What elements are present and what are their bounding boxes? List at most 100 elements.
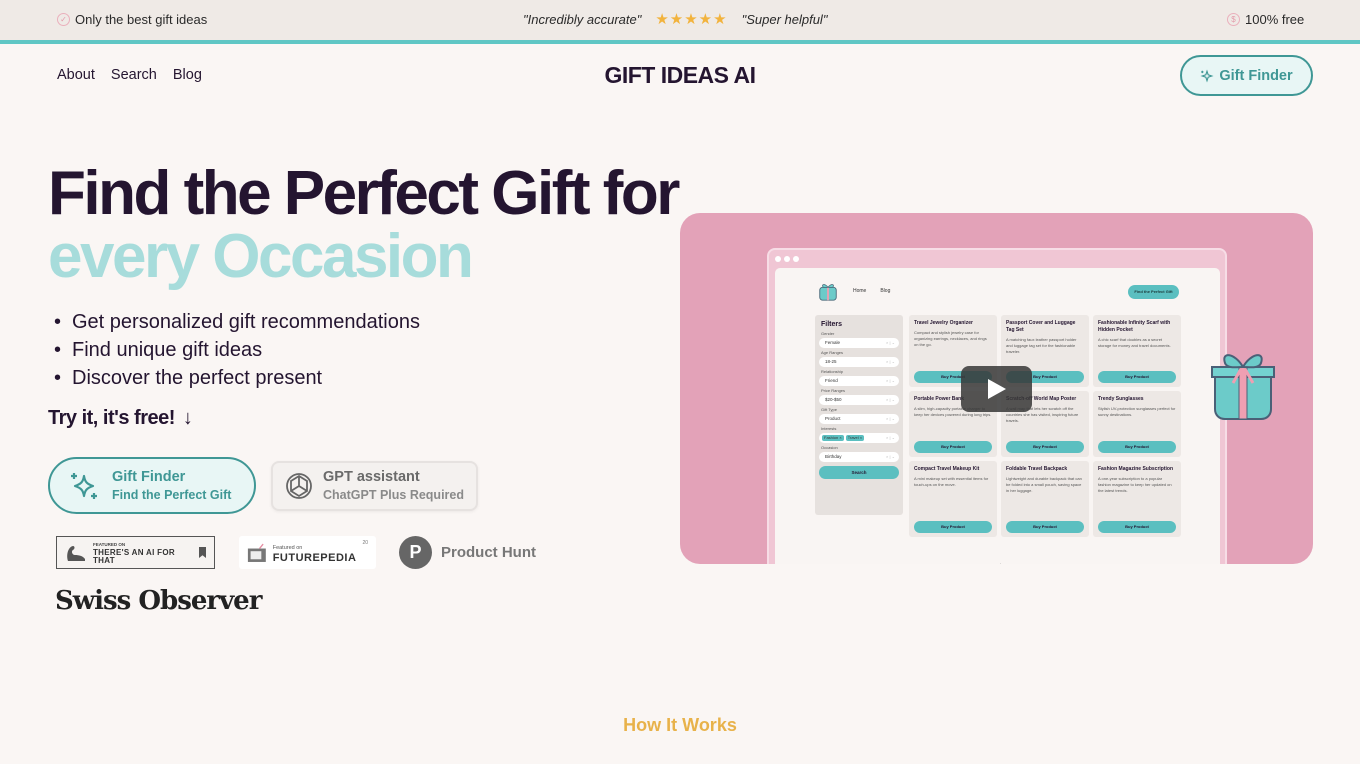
product-card: Fashionable Infinity Scarf with Hidden P… bbox=[1093, 315, 1181, 387]
futurepedia-badge[interactable]: Featured on FUTUREPEDIA 20 bbox=[239, 536, 376, 569]
hero-title-line2: every Occasion bbox=[48, 222, 474, 291]
window-dots bbox=[775, 256, 799, 262]
product-card: Trendy Sunglasses Stylish UV-protection s… bbox=[1093, 391, 1181, 457]
mockup-filters: Filters Gender Female Age Ranges 18-25 R… bbox=[815, 315, 903, 515]
product-hunt-logo-icon: P bbox=[399, 536, 432, 569]
product-title: Foldable Travel Backpack bbox=[1006, 466, 1068, 472]
filter-label: Price Ranges bbox=[821, 388, 846, 393]
announcement-left-text: Only the best gift ideas bbox=[75, 12, 208, 27]
flexed-arm-icon bbox=[67, 545, 85, 561]
buy-button: Buy Product bbox=[914, 521, 992, 533]
buy-button: Buy Product bbox=[1098, 521, 1176, 533]
testimonials: "Incredibly accurate" ★★★★★ "Super helpf… bbox=[523, 12, 827, 27]
testimonial-quote-1: "Incredibly accurate" bbox=[523, 12, 642, 27]
announcement-bar: ✓ Only the best gift ideas "Incredibly a… bbox=[0, 0, 1360, 40]
product-desc: A chic scarf that doubles as a secret st… bbox=[1098, 337, 1171, 348]
buy-button: Buy Product bbox=[1098, 371, 1176, 383]
taaft-big-text: THERE'S AN AI FOR THAT bbox=[93, 547, 175, 565]
product-title: Travel Jewelry Organizer bbox=[914, 320, 973, 326]
buy-button: Buy Product bbox=[1006, 521, 1084, 533]
filter-select: 18-25 bbox=[819, 357, 899, 367]
filter-select: Product bbox=[819, 414, 899, 424]
product-desc: Stylish UV-protection sunglasses perfect… bbox=[1098, 406, 1176, 417]
testimonial-quote-2: "Super helpful" bbox=[741, 12, 828, 27]
how-it-works-heading: How It Works bbox=[623, 715, 737, 735]
mockup-nav: Home Blog bbox=[817, 280, 890, 302]
filter-label: Gift Type bbox=[821, 407, 837, 412]
play-button[interactable] bbox=[961, 366, 1032, 412]
fp-count: 20 bbox=[362, 540, 368, 546]
hero-benefits-list: Get personalized gift recommendations Fi… bbox=[54, 308, 420, 392]
gift-box-icon bbox=[1211, 354, 1275, 420]
filter-select: Birthday bbox=[819, 452, 899, 462]
product-card: Compact Travel Makeup Kit A mini makeup s… bbox=[909, 461, 997, 537]
filter-select: $20-$50 bbox=[819, 395, 899, 405]
sparkles-icon bbox=[1200, 68, 1214, 83]
product-card: Foldable Travel Backpack Lightweight and … bbox=[1001, 461, 1089, 537]
mockup-nav-blog: Blog bbox=[880, 288, 891, 294]
product-title: Passport Cover and Luggage Tag Set bbox=[1006, 320, 1076, 333]
accent-divider bbox=[0, 40, 1360, 44]
buy-button: Buy Product bbox=[914, 441, 992, 453]
product-desc: A one-year subscription to a popular fas… bbox=[1098, 476, 1172, 493]
mockup-cta: Find the Perfect Gift bbox=[1128, 285, 1179, 299]
product-title: Compact Travel Makeup Kit bbox=[914, 466, 980, 472]
filter-label: Interests bbox=[821, 426, 837, 431]
filter-label: Age Ranges bbox=[821, 350, 844, 355]
sparkles-icon bbox=[71, 472, 97, 499]
announcement-right-text: 100% free bbox=[1245, 12, 1305, 27]
filter-label: Relationship bbox=[821, 369, 844, 374]
gift-finder-cta-title: Gift Finder bbox=[112, 468, 186, 485]
product-hunt-text: Product Hunt bbox=[441, 544, 536, 561]
filter-select: Friend bbox=[819, 376, 899, 386]
try-it-heading: Try it, it's free! ↓ bbox=[48, 407, 193, 430]
check-circle-icon: ✓ bbox=[57, 13, 70, 26]
filter-interests: Fashion × Travel × bbox=[819, 433, 899, 443]
play-icon bbox=[987, 379, 1006, 399]
buy-button: Buy Product bbox=[1098, 441, 1176, 453]
filter-label: Occasion bbox=[821, 445, 838, 450]
try-it-text: Try it, it's free! bbox=[48, 407, 175, 429]
gpt-assistant-subtitle: ChatGPT Plus Required bbox=[323, 488, 464, 502]
filter-label: Gender bbox=[821, 331, 835, 336]
mockup-privacy-link: Data Privacy bbox=[775, 563, 1220, 564]
fp-big-text: FUTUREPEDIA bbox=[272, 551, 357, 564]
product-hunt-badge[interactable]: P Product Hunt bbox=[399, 536, 536, 569]
filter-select: Female bbox=[819, 338, 899, 348]
theres-an-ai-for-that-badge[interactable]: FEATURED ON THERE'S AN AI FOR THAT bbox=[56, 536, 215, 569]
gift-finder-cta-button[interactable]: Gift Finder Find the Perfect Gift bbox=[48, 457, 256, 514]
product-title: Fashion Magazine Subscription bbox=[1098, 466, 1174, 472]
benefit-item: Find unique gift ideas bbox=[54, 336, 420, 364]
product-desc: Compact and stylish jewelry case for org… bbox=[914, 330, 987, 347]
gift-icon bbox=[819, 284, 837, 301]
product-desc: A matching faux leather passport holder … bbox=[1006, 337, 1077, 354]
mockup-search-button: Search bbox=[819, 466, 899, 479]
gpt-assistant-button[interactable]: GPT assistant ChatGPT Plus Required bbox=[271, 461, 478, 511]
mockup-product-grid: Travel Jewelry Organizer Compact and styl… bbox=[909, 315, 1181, 537]
dollar-circle-icon: $ bbox=[1227, 13, 1240, 26]
header-gift-finder-button[interactable]: Gift Finder bbox=[1180, 55, 1313, 96]
product-card: Fashion Magazine Subscription A one-year … bbox=[1093, 461, 1181, 537]
mockup-content: Home Blog Find the Perfect Gift Filters … bbox=[775, 268, 1220, 564]
product-title: Fashionable Infinity Scarf with Hidden P… bbox=[1098, 320, 1171, 333]
star-rating-icon: ★★★★★ bbox=[655, 11, 728, 28]
announcement-left: ✓ Only the best gift ideas bbox=[57, 12, 207, 27]
filters-title: Filters bbox=[821, 321, 843, 328]
mockup-nav-home: Home bbox=[853, 288, 867, 294]
gift-finder-cta-subtitle: Find the Perfect Gift bbox=[112, 487, 232, 502]
futurepedia-tv-icon bbox=[247, 543, 266, 562]
product-title: Trendy Sunglasses bbox=[1098, 396, 1144, 402]
product-desc: A mini makeup set with essential items f… bbox=[914, 476, 989, 487]
arrow-down-icon: ↓ bbox=[182, 407, 193, 429]
benefit-item: Get personalized gift recommendations bbox=[54, 308, 420, 336]
site-logo[interactable]: GIFT IDEAS AI bbox=[0, 62, 1360, 89]
swiss-observer-logo[interactable]: Swiss Observer bbox=[55, 586, 262, 616]
interest-chip: Fashion × bbox=[822, 435, 844, 441]
header-gift-finder-label: Gift Finder bbox=[1219, 67, 1293, 84]
fp-small-text: Featured on bbox=[272, 544, 303, 551]
openai-logo-icon bbox=[286, 473, 312, 499]
product-desc: Lightweight and durable backpack that ca… bbox=[1006, 476, 1082, 493]
bookmark-icon bbox=[199, 547, 206, 558]
benefit-item: Discover the perfect present bbox=[54, 364, 420, 392]
buy-button: Buy Product bbox=[1006, 441, 1084, 453]
